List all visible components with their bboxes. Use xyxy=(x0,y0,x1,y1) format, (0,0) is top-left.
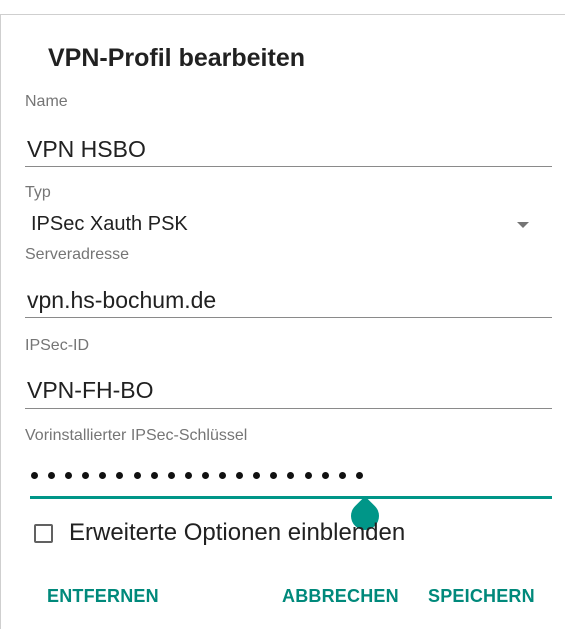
server-input[interactable]: vpn.hs-bochum.de xyxy=(27,287,216,314)
password-dot xyxy=(99,472,107,479)
psk-password-input[interactable] xyxy=(31,464,373,484)
password-dot xyxy=(236,472,244,479)
password-dot xyxy=(321,472,329,479)
password-dot xyxy=(338,472,346,479)
password-dot xyxy=(48,472,56,479)
remove-button[interactable]: ENTFERNEN xyxy=(47,586,159,607)
cancel-button[interactable]: ABBRECHEN xyxy=(282,586,399,607)
psk-label: Vorinstallierter IPSec-Schlüssel xyxy=(25,427,248,444)
password-dot xyxy=(116,472,124,479)
psk-active-underline xyxy=(30,496,552,499)
dialog-left-border xyxy=(0,14,1,629)
ipsec-id-input-underline xyxy=(25,408,552,409)
name-input[interactable]: VPN HSBO xyxy=(27,136,146,163)
password-dot xyxy=(355,472,363,479)
password-dot xyxy=(65,472,73,479)
password-dot xyxy=(82,472,90,479)
dialog-title: VPN-Profil bearbeiten xyxy=(48,44,305,72)
name-label: Name xyxy=(25,93,68,110)
dropdown-arrow-icon[interactable] xyxy=(517,222,529,228)
password-dot xyxy=(304,472,312,479)
name-input-underline xyxy=(25,166,552,167)
password-dot xyxy=(253,472,261,479)
password-dot xyxy=(133,472,141,479)
password-dot xyxy=(31,472,38,479)
password-dot xyxy=(287,472,295,479)
password-dot xyxy=(201,472,209,479)
type-label: Typ xyxy=(25,184,51,201)
password-dot xyxy=(150,472,158,479)
ipsec-id-label: IPSec-ID xyxy=(25,337,90,354)
dialog-top-border xyxy=(0,14,565,15)
server-input-underline xyxy=(25,317,552,318)
save-button[interactable]: SPEICHERN xyxy=(428,586,535,607)
ipsec-id-input[interactable]: VPN-FH-BO xyxy=(27,377,154,404)
password-dot xyxy=(167,472,175,479)
server-label: Serveradresse xyxy=(25,246,130,263)
type-select-value[interactable]: IPSec Xauth PSK xyxy=(31,213,188,236)
password-dot xyxy=(184,472,192,479)
password-dot xyxy=(219,472,227,479)
advanced-options-label[interactable]: Erweiterte Optionen einblenden xyxy=(69,519,405,547)
advanced-options-checkbox[interactable] xyxy=(34,524,53,543)
password-dot xyxy=(270,472,278,479)
